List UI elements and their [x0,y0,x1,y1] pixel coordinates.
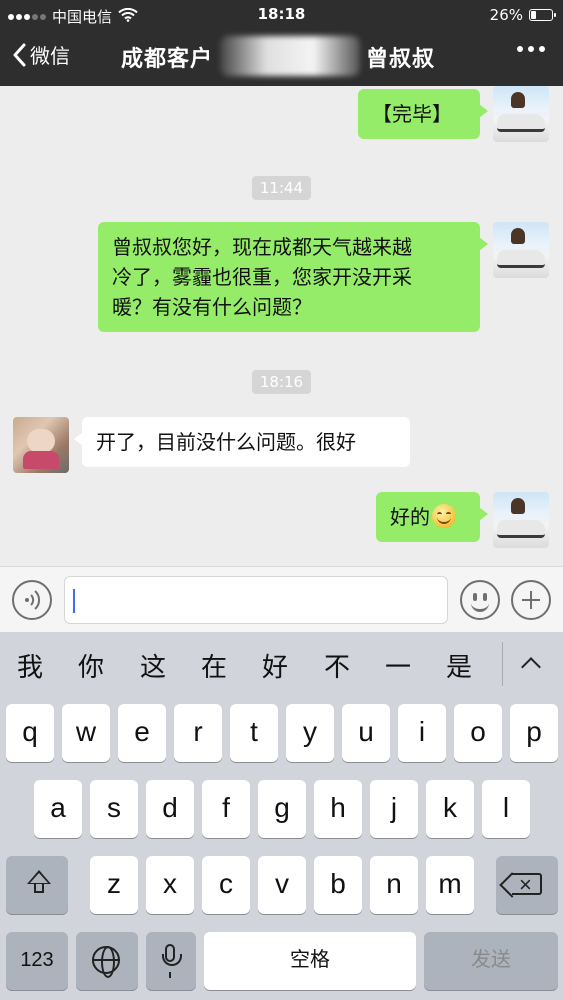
numbers-key[interactable]: 123 [6,932,68,990]
message-bubble-incoming[interactable]: 开了，目前没什么问题。很好 [74,417,410,467]
key-d[interactable]: d [146,780,194,838]
text-caret [73,589,75,613]
key-m[interactable]: m [426,856,474,914]
chat-title-suffix: 曾叔叔 [366,47,436,72]
key-r[interactable]: r [174,704,222,762]
candidate-word[interactable]: 这 [133,647,173,684]
back-button[interactable]: 微信 [12,40,70,69]
key-z[interactable]: z [90,856,138,914]
message-line: 冷了，雾霾也很重，您家开没开采 [112,265,412,289]
key-k[interactable]: k [426,780,474,838]
candidate-word[interactable]: 在 [194,647,234,684]
candidate-word[interactable]: 是 [439,647,479,684]
backspace-icon [512,857,542,913]
voice-input-button[interactable] [12,580,52,620]
divider [502,642,503,686]
status-time: 18:18 [257,5,306,23]
delete-key[interactable] [496,856,558,914]
back-label: 微信 [30,44,70,68]
timestamp-label: 18:16 [251,370,312,394]
timestamp-label: 11:44 [251,176,312,200]
key-h[interactable]: h [314,780,362,838]
microphone-icon [162,944,182,966]
key-v[interactable]: v [258,856,306,914]
contact-avatar[interactable] [13,417,69,473]
candidate-word[interactable]: 我 [10,647,50,684]
my-avatar[interactable] [493,222,549,278]
time-divider: 18:16 [0,370,563,394]
add-attachment-button[interactable] [511,580,551,620]
message-text: 【完毕】 [372,102,452,126]
send-key[interactable]: 发送 [424,932,558,990]
nav-bar: 微信 成都客户 曾叔叔 [0,32,563,82]
chevron-left-icon [13,43,26,66]
message-input[interactable] [64,576,448,624]
smiling-face-icon [432,504,456,528]
key-i[interactable]: i [398,704,446,762]
dictation-key[interactable] [146,932,196,990]
key-q[interactable]: q [6,704,54,762]
emoji-button[interactable] [460,580,500,620]
key-o[interactable]: o [454,704,502,762]
input-bar [0,566,563,632]
more-button[interactable] [517,46,545,52]
key-t[interactable]: t [230,704,278,762]
candidate-word[interactable]: 不 [317,647,357,684]
message-bubble-outgoing[interactable]: 【完毕】 [358,89,488,139]
key-l[interactable]: l [482,780,530,838]
message-line: 暖？有没有什么问题？ [112,295,312,319]
key-j[interactable]: j [370,780,418,838]
battery-percent: 26% [489,6,523,24]
key-e[interactable]: e [118,704,166,762]
chat-area[interactable]: 【完毕】 11:44 曾叔叔您好，现在成都天气越来越 冷了，雾霾也很重，您家开没… [0,86,563,566]
message-line: 曾叔叔您好，现在成都天气越来越 [112,235,412,259]
status-bar: 中国电信 18:18 26% [0,0,563,30]
message-bubble-outgoing[interactable]: 曾叔叔您好，现在成都天气越来越 冷了，雾霾也很重，您家开没开采 暖？有没有什么问… [98,222,488,332]
redacted-mark [220,36,360,76]
globe-icon [92,946,120,978]
candidate-word[interactable]: 你 [71,647,111,684]
key-s[interactable]: s [90,780,138,838]
battery-icon [529,9,556,21]
key-g[interactable]: g [258,780,306,838]
my-avatar[interactable] [493,492,549,548]
chevron-up-icon[interactable] [518,652,548,674]
message-text: 开了，目前没什么问题。很好 [96,430,356,454]
time-divider: 11:44 [0,176,563,200]
voice-icon [25,590,41,610]
key-b[interactable]: b [314,856,362,914]
space-key[interactable]: 空格 [204,932,416,990]
chat-title: 成都客户 [121,47,214,72]
key-f[interactable]: f [202,780,250,838]
message-text: 好的 [390,505,430,529]
message-bubble-outgoing[interactable]: 好的 [376,492,488,542]
key-c[interactable]: c [202,856,250,914]
key-w[interactable]: w [62,704,110,762]
candidate-word[interactable]: 一 [378,647,418,684]
key-x[interactable]: x [146,856,194,914]
shift-icon [24,870,54,900]
status-right: 26% [489,6,556,24]
key-n[interactable]: n [370,856,418,914]
shift-key[interactable] [6,856,68,914]
top-bar: 中国电信 18:18 26% 微信 成都客户 曾叔叔 [0,0,563,86]
key-u[interactable]: u [342,704,390,762]
keyboard: 我 你 这 在 好 不 一 是 q w e r t y u i o p a s … [0,632,563,1000]
key-p[interactable]: p [510,704,558,762]
globe-key[interactable] [76,932,138,990]
candidate-word[interactable]: 好 [255,647,295,684]
key-y[interactable]: y [286,704,334,762]
my-avatar[interactable] [493,86,549,142]
key-a[interactable]: a [34,780,82,838]
candidate-bar: 我 你 这 在 好 不 一 是 [0,632,563,694]
